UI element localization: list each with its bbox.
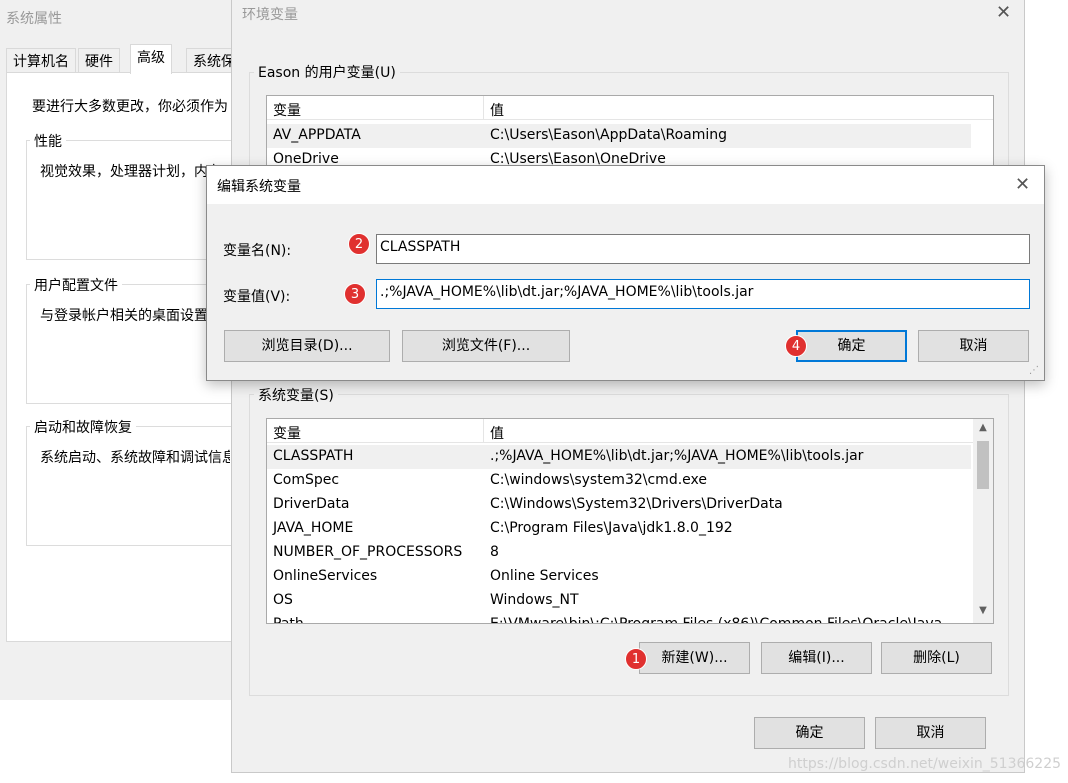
- annotation-badge-2: 2: [348, 233, 370, 255]
- variable-name-label: 变量名(N):: [223, 243, 292, 259]
- variable-name: ComSpec: [273, 472, 340, 488]
- delete-button[interactable]: 删除(L): [881, 642, 992, 674]
- chevron-down-icon[interactable]: ▼: [973, 605, 993, 616]
- group-label: 性能: [30, 131, 66, 151]
- cancel-button[interactable]: 取消: [875, 717, 986, 749]
- system-variables-list[interactable]: 变量 值 CLASSPATH .;%JAVA_HOME%\lib\dt.jar;…: [266, 418, 994, 624]
- table-row[interactable]: ComSpec C:\windows\system32\cmd.exe: [267, 469, 971, 493]
- window-title: 环境变量: [242, 7, 298, 23]
- vertical-scrollbar[interactable]: ▲ ▼: [973, 419, 993, 623]
- edit-button[interactable]: 编辑(I)...: [761, 642, 872, 674]
- annotation-badge-4: 4: [785, 335, 807, 357]
- resize-grip-icon[interactable]: ⋰: [1029, 365, 1039, 376]
- group-desc: 与登录帐户相关的桌面设置: [40, 308, 208, 324]
- group-desc: 视觉效果，处理器计划，内存: [40, 164, 222, 180]
- variable-value: Windows_NT: [490, 592, 579, 608]
- table-row[interactable]: NUMBER_OF_PROCESSORS 8: [267, 541, 971, 565]
- tab-computer-name[interactable]: 计算机名: [6, 48, 76, 72]
- variable-name: OS: [273, 592, 293, 608]
- variable-value: .;%JAVA_HOME%\lib\dt.jar;%JAVA_HOME%\lib…: [490, 448, 864, 464]
- tab-hardware[interactable]: 硬件: [78, 48, 120, 72]
- variable-name: Path: [273, 616, 304, 624]
- edit-system-variable-dialog: 编辑系统变量 ✕ 变量名(N): CLASSPATH 变量值(V): .;%JA…: [206, 165, 1045, 381]
- group-startup-recovery: [26, 426, 246, 546]
- new-button[interactable]: 新建(W)...: [639, 642, 750, 674]
- dialog-title: 编辑系统变量: [217, 179, 301, 195]
- user-variables-list[interactable]: 变量 值 AV_APPDATA C:\Users\Eason\AppData\R…: [266, 95, 994, 175]
- variable-name: NUMBER_OF_PROCESSORS: [273, 544, 463, 560]
- variable-name-input[interactable]: CLASSPATH: [376, 234, 1030, 264]
- cancel-button[interactable]: 取消: [918, 330, 1029, 362]
- dialog-titlebar: 编辑系统变量: [207, 166, 1044, 204]
- system-variables-label: 系统变量(S): [254, 385, 338, 405]
- group-label: 用户配置文件: [30, 275, 122, 295]
- system-properties-window: 系统属性 计算机名 硬件 高级 系统保 要进行大多数更改，你必须作为 性能 视觉…: [0, 0, 246, 700]
- list-header: 变量 值: [267, 96, 993, 120]
- column-header-variable[interactable]: 变量: [273, 100, 301, 120]
- table-row[interactable]: CLASSPATH .;%JAVA_HOME%\lib\dt.jar;%JAVA…: [267, 445, 971, 469]
- group-label: 启动和故障恢复: [30, 417, 136, 437]
- column-header-value[interactable]: 值: [490, 423, 504, 443]
- ok-button[interactable]: 确定: [754, 717, 865, 749]
- variable-value-input[interactable]: .;%JAVA_HOME%\lib\dt.jar;%JAVA_HOME%\lib…: [376, 279, 1030, 309]
- table-row[interactable]: OS Windows_NT: [267, 589, 971, 613]
- variable-value: C:\Users\Eason\AppData\Roaming: [490, 127, 728, 143]
- variable-name: OnlineServices: [273, 568, 378, 584]
- variable-name: JAVA_HOME: [273, 520, 354, 536]
- variable-value: Online Services: [490, 568, 599, 584]
- variable-name: DriverData: [273, 496, 350, 512]
- close-icon[interactable]: ✕: [1015, 174, 1030, 195]
- column-header-value[interactable]: 值: [490, 100, 504, 120]
- table-row[interactable]: AV_APPDATA C:\Users\Eason\AppData\Roamin…: [267, 124, 971, 148]
- variable-value: E:\VMware\bin\;C:\Program Files (x86)\Co…: [490, 616, 943, 624]
- browse-directory-button[interactable]: 浏览目录(D)...: [224, 330, 390, 362]
- variable-value-label: 变量值(V):: [223, 289, 291, 305]
- watermark: https://blog.csdn.net/weixin_51366225: [788, 756, 1062, 772]
- user-variables-label: Eason 的用户变量(U): [254, 62, 400, 82]
- annotation-badge-3: 3: [344, 283, 366, 305]
- window-title: 系统属性: [6, 11, 62, 27]
- ok-button[interactable]: 确定: [796, 330, 907, 362]
- intro-text: 要进行大多数更改，你必须作为: [32, 99, 228, 115]
- chevron-up-icon[interactable]: ▲: [973, 422, 993, 433]
- table-row[interactable]: DriverData C:\Windows\System32\Drivers\D…: [267, 493, 971, 517]
- variable-value: 8: [490, 544, 499, 560]
- browse-file-button[interactable]: 浏览文件(F)...: [402, 330, 570, 362]
- annotation-badge-1: 1: [625, 648, 647, 670]
- variable-name: AV_APPDATA: [273, 127, 361, 143]
- table-row[interactable]: OnlineServices Online Services: [267, 565, 971, 589]
- column-header-variable[interactable]: 变量: [273, 423, 301, 443]
- variable-name: CLASSPATH: [273, 448, 354, 464]
- variable-value: C:\windows\system32\cmd.exe: [490, 472, 707, 488]
- variable-value: C:\Windows\System32\Drivers\DriverData: [490, 496, 783, 512]
- table-row[interactable]: Path E:\VMware\bin\;C:\Program Files (x8…: [267, 613, 971, 624]
- scrollbar-thumb[interactable]: [977, 441, 989, 489]
- tab-advanced[interactable]: 高级: [130, 44, 172, 74]
- group-desc: 系统启动、系统故障和调试信息: [40, 450, 230, 466]
- table-row[interactable]: JAVA_HOME C:\Program Files\Java\jdk1.8.0…: [267, 517, 971, 541]
- close-icon[interactable]: ✕: [996, 2, 1011, 23]
- list-header: 变量 值: [267, 419, 973, 443]
- variable-value: C:\Program Files\Java\jdk1.8.0_192: [490, 520, 733, 536]
